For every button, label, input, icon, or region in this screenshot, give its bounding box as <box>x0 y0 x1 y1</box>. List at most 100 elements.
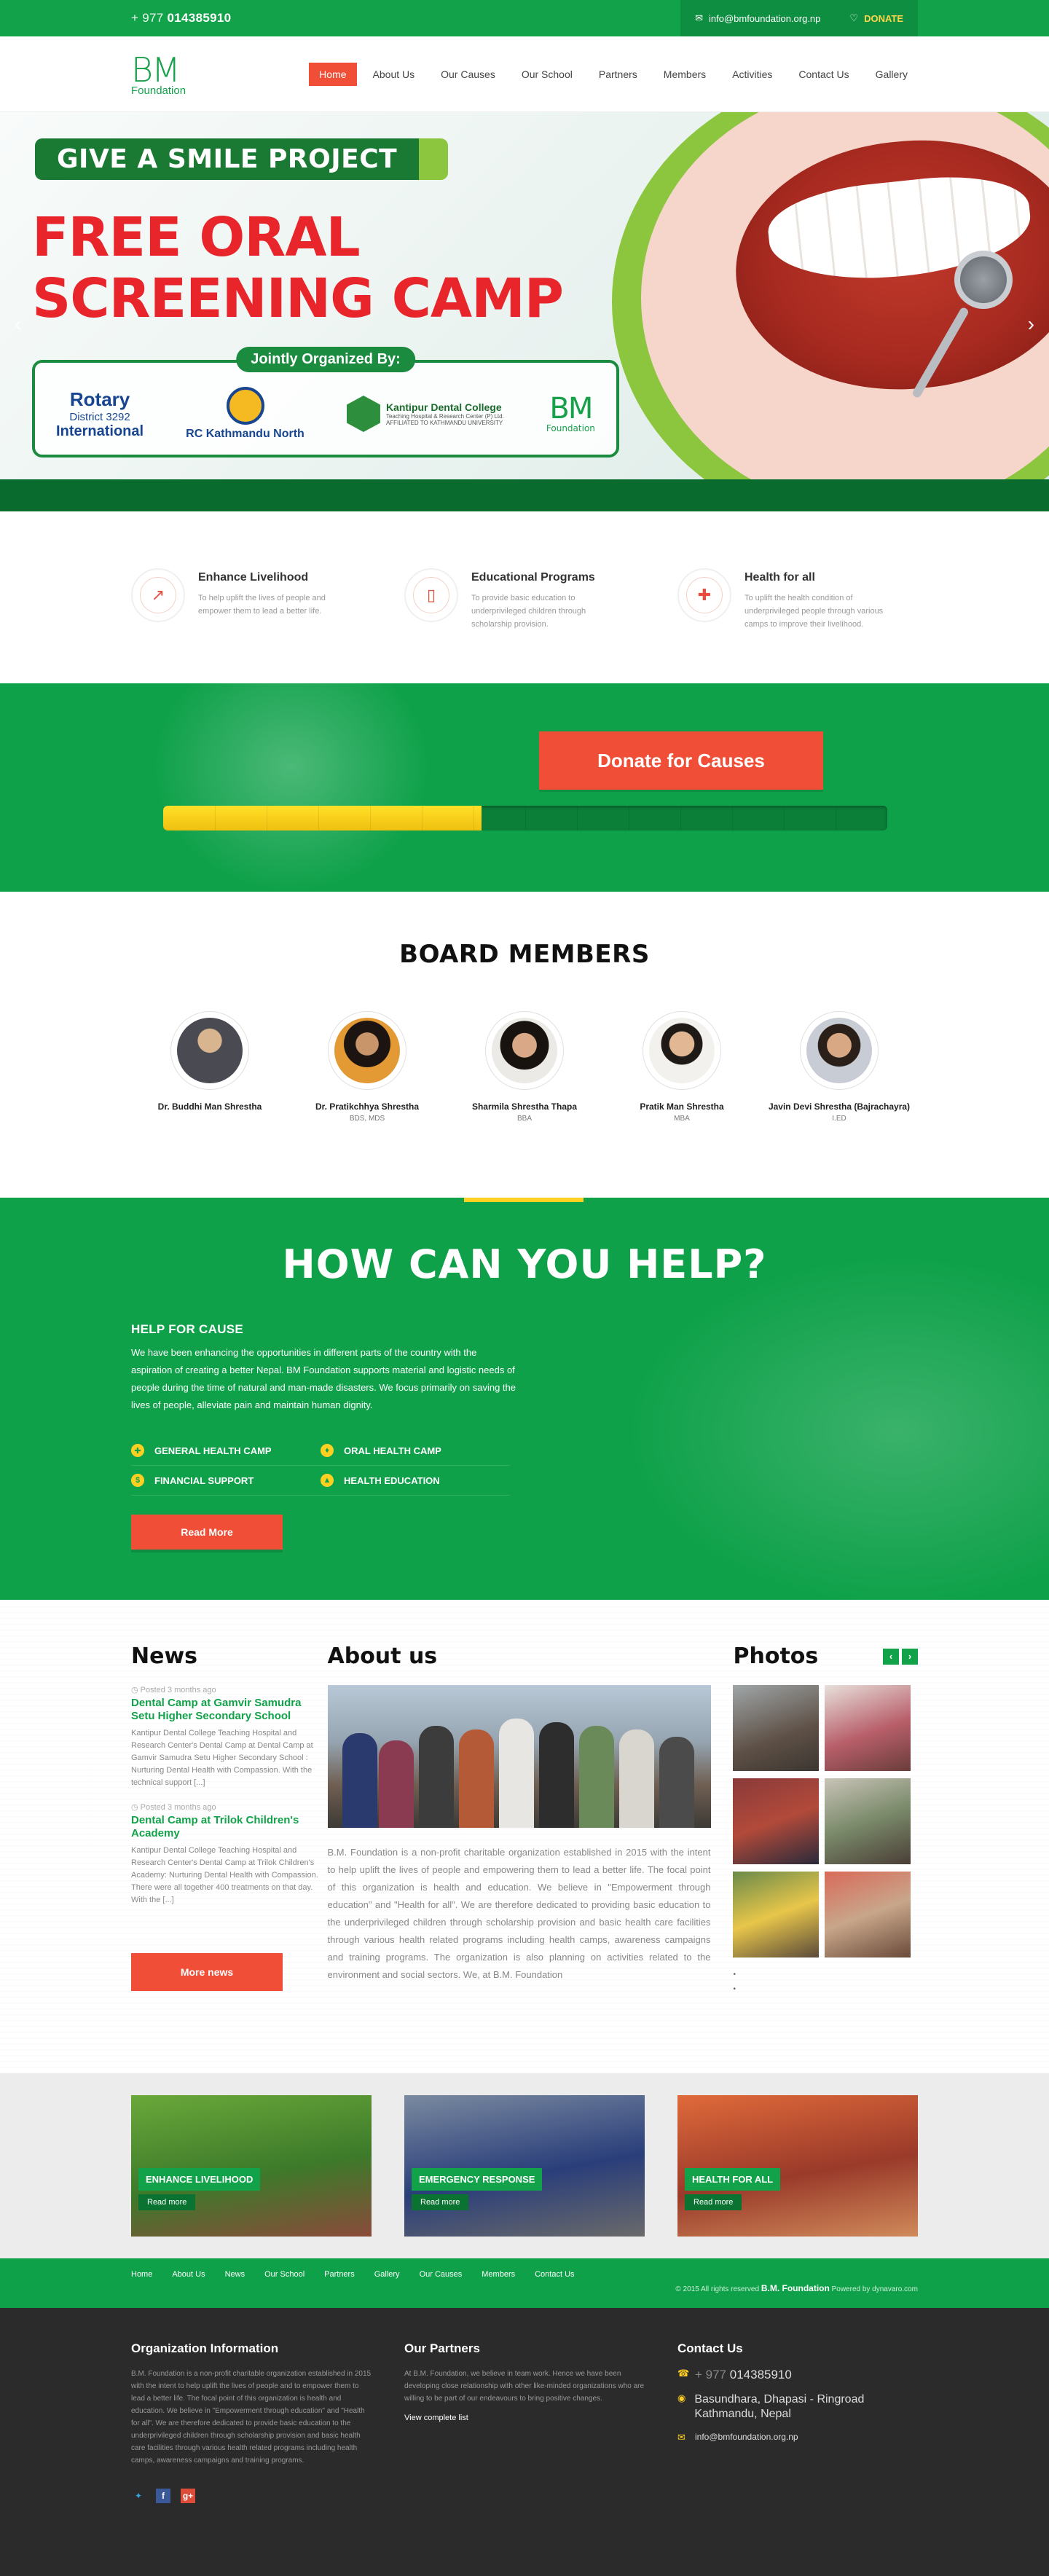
board-members-section: BOARD MEMBERS Dr. Buddhi Man Shrestha Dr… <box>0 892 1049 1198</box>
avatar <box>485 1011 564 1090</box>
progress-segment-divider <box>370 806 371 830</box>
about-title: About us <box>327 1644 438 1669</box>
top-donate-button[interactable]: ♡ DONATE <box>835 12 918 24</box>
cause-financial-support[interactable]: $ FINANCIAL SUPPORT <box>131 1466 321 1496</box>
kantipur-dental-college-logo: Kantipur Dental College Teaching Hospita… <box>346 396 504 432</box>
gallery-thumbnail[interactable] <box>733 1778 820 1864</box>
twitter-icon[interactable]: ✦ <box>131 2489 146 2503</box>
phone-icon: ☎ <box>677 2368 690 2379</box>
news-column: News ◷ Posted 3 months ago Dental Camp a… <box>131 1644 328 1997</box>
program-card-enhance-livelihood[interactable]: ENHANCE LIVELIHOOD Read more <box>131 2095 372 2237</box>
medkit-icon: ✚ <box>131 1444 144 1457</box>
footer-link-contact-us[interactable]: Contact Us <box>535 2270 574 2293</box>
footer-link-our-causes[interactable]: Our Causes <box>420 2270 463 2293</box>
gallery-pagination[interactable]: • • <box>733 1968 918 1997</box>
google-plus-icon[interactable]: g+ <box>181 2489 195 2503</box>
bm-foundation-logo: BM Foundation <box>546 392 595 433</box>
avatar <box>170 1011 249 1090</box>
footer-link-news[interactable]: News <box>225 2270 245 2293</box>
gallery-thumbnail[interactable] <box>825 1685 911 1771</box>
photos-column: Photos ‹ › • • <box>733 1644 918 1997</box>
progress-segment-divider <box>577 806 578 830</box>
donate-for-causes-button[interactable]: Donate for Causes <box>539 731 823 790</box>
nav-activities[interactable]: Activities <box>722 63 782 86</box>
organizers-label: Jointly Organized By: <box>236 347 415 372</box>
help-read-more-button[interactable]: Read More <box>131 1515 283 1550</box>
gallery-thumbnail[interactable] <box>825 1778 911 1864</box>
program-read-more-button[interactable]: Read more <box>412 2194 469 2210</box>
footer-nav: Home About Us News Our School Partners G… <box>0 2258 1049 2308</box>
top-phone: + 977 014385910 <box>131 11 232 25</box>
cause-general-health-camp[interactable]: ✚ GENERAL HEALTH CAMP <box>131 1436 321 1466</box>
news-item-title[interactable]: Dental Camp at Gamvir Samudra Setu Highe… <box>131 1697 328 1723</box>
facebook-icon[interactable]: f <box>156 2489 170 2503</box>
envelope-icon: ✉ <box>695 12 703 23</box>
donate-band: Donate for Causes <box>0 683 1049 892</box>
slider-prev-icon[interactable]: ‹ <box>15 313 21 336</box>
progress-segment-divider <box>784 806 785 830</box>
programs-strip: ENHANCE LIVELIHOOD Read more EMERGENCY R… <box>0 2073 1049 2258</box>
program-card-health-for-all[interactable]: HEALTH FOR ALL Read more <box>677 2095 918 2237</box>
donation-progress-fill <box>163 806 482 830</box>
progress-segment-divider <box>422 806 423 830</box>
info-section: News ◷ Posted 3 months ago Dental Camp a… <box>0 1600 1049 2073</box>
cause-health-education[interactable]: ▲ HEALTH EDUCATION <box>321 1466 510 1496</box>
rotary-logo: Rotary District 3292 International <box>56 388 144 439</box>
nav-contact-us[interactable]: Contact Us <box>788 63 859 86</box>
nav-home[interactable]: Home <box>309 63 357 86</box>
heart-icon: ♡ <box>849 12 859 23</box>
news-item-title[interactable]: Dental Camp at Trilok Children's Academy <box>131 1814 328 1840</box>
nav-our-causes[interactable]: Our Causes <box>431 63 506 86</box>
board-member: Dr. Buddhi Man Shrestha <box>131 1011 288 1123</box>
gallery-thumbnail[interactable] <box>733 1872 820 1957</box>
nav-our-school[interactable]: Our School <box>511 63 583 86</box>
footer-org-info: Organization Information B.M. Foundation… <box>131 2341 372 2503</box>
dollar-icon: $ <box>131 1474 144 1487</box>
main-nav: Home About Us Our Causes Our School Part… <box>309 63 918 86</box>
progress-segment-divider <box>525 806 526 830</box>
photos-prev-icon[interactable]: ‹ <box>883 1648 899 1665</box>
help-text: We have been enhancing the opportunities… <box>131 1347 516 1410</box>
news-item: ◷ Posted 3 months ago Dental Camp at Tri… <box>131 1802 328 1907</box>
board-member: Pratik Man Shrestha MBA <box>603 1011 761 1123</box>
about-group-photo <box>327 1685 711 1828</box>
nav-members[interactable]: Members <box>653 63 716 86</box>
footer-link-members[interactable]: Members <box>482 2270 515 2293</box>
program-read-more-button[interactable]: Read more <box>138 2194 196 2210</box>
view-partners-link[interactable]: View complete list <box>404 2414 645 2422</box>
copyright: © 2015 All rights reserved B.M. Foundati… <box>675 2283 918 2293</box>
more-news-button[interactable]: More news <box>131 1953 283 1991</box>
footer-link-our-school[interactable]: Our School <box>264 2270 305 2293</box>
footer-link-about-us[interactable]: About Us <box>172 2270 205 2293</box>
progress-segment-divider <box>318 806 319 830</box>
feature-health-for-all: ✚ Health for all To uplift the health co… <box>677 568 918 631</box>
photos-next-icon[interactable]: › <box>902 1648 918 1665</box>
tooth-icon: ♦ <box>321 1444 334 1457</box>
photos-title: Photos <box>733 1644 819 1669</box>
nav-partners[interactable]: Partners <box>589 63 648 86</box>
gallery-thumbnail[interactable] <box>825 1872 911 1957</box>
board-member: Javin Devi Shrestha (Bajrachayra) I.ED <box>761 1011 918 1123</box>
gallery-thumbnail[interactable] <box>733 1685 820 1771</box>
program-card-emergency-response[interactable]: EMERGENCY RESPONSE Read more <box>404 2095 645 2237</box>
program-read-more-button[interactable]: Read more <box>685 2194 742 2210</box>
progress-segment-divider <box>680 806 681 830</box>
hero-slider: GIVE A SMILE PROJECT FREE ORAL SCREENING… <box>0 112 1049 511</box>
site-header: BM Foundation Home About Us Our Causes O… <box>0 36 1049 112</box>
help-subtitle: HELP FOR CAUSE <box>131 1322 244 1336</box>
footer-link-partners[interactable]: Partners <box>324 2270 355 2293</box>
avatar <box>643 1011 721 1090</box>
footer-link-gallery[interactable]: Gallery <box>374 2270 400 2293</box>
footer-link-home[interactable]: Home <box>131 2270 152 2293</box>
clock-icon: ◷ <box>131 1686 141 1695</box>
how-can-you-help-section: HOW CAN YOU HELP? HELP FOR CAUSE We have… <box>0 1198 1049 1600</box>
nav-gallery[interactable]: Gallery <box>865 63 918 86</box>
avatar <box>800 1011 879 1090</box>
slider-next-icon[interactable]: › <box>1028 313 1034 336</box>
site-logo[interactable]: BM Foundation <box>131 53 215 96</box>
top-email[interactable]: ✉ info@bmfoundation.org.np <box>680 12 835 24</box>
nav-about-us[interactable]: About Us <box>363 63 425 86</box>
cause-oral-health-camp[interactable]: ♦ ORAL HEALTH CAMP <box>321 1436 510 1466</box>
hero-title: FREE ORAL SCREENING CAMP <box>32 206 564 330</box>
footer-contact: Contact Us ☎ + 977 014385910 ◉ Basundhar… <box>677 2341 865 2443</box>
